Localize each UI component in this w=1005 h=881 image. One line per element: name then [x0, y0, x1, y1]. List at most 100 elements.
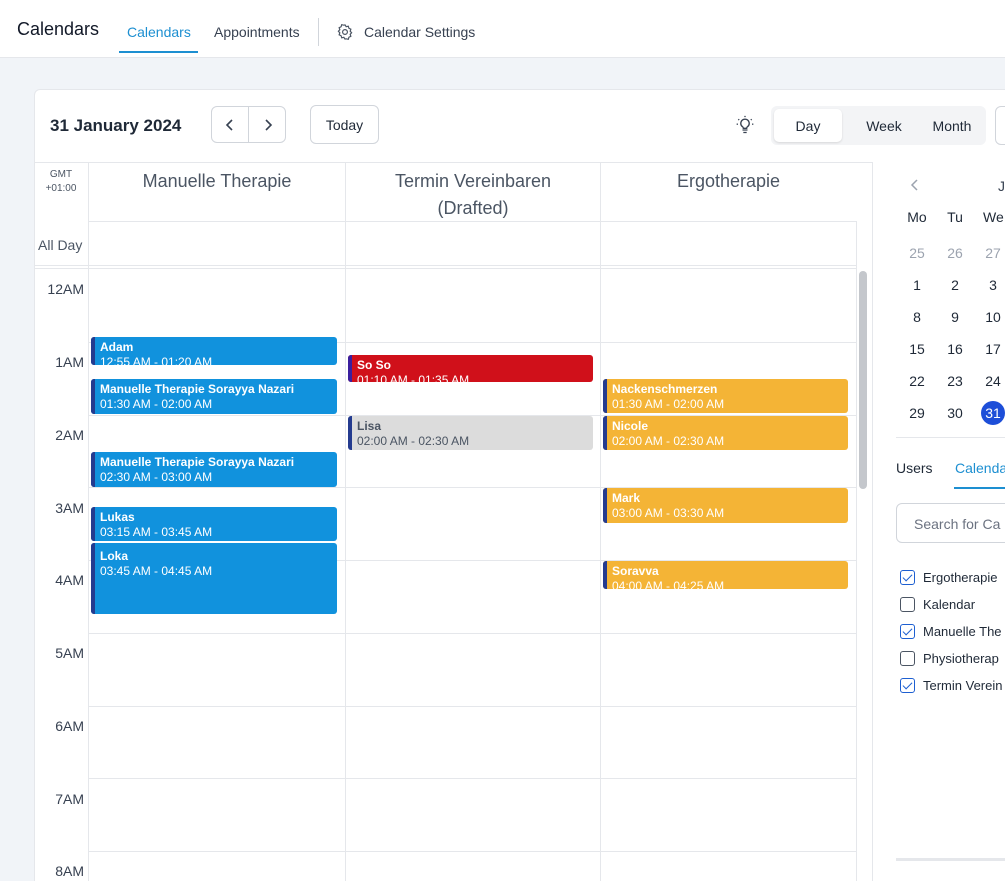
mini-calendar-day[interactable]: 8: [903, 309, 931, 325]
hour-line: [88, 851, 856, 852]
time-column-divider: [88, 162, 89, 881]
top-navigation-bar: Calendars Calendars Appointments Calenda…: [0, 0, 1005, 58]
hour-line: [88, 778, 856, 779]
mini-calendar-day[interactable]: 2: [941, 277, 969, 293]
event-title: Adam: [100, 340, 134, 354]
event-time: 03:45 AM - 04:45 AM: [100, 564, 213, 578]
mini-calendar-day-selected[interactable]: 31: [981, 401, 1005, 425]
calendar-filter-item[interactable]: Ergotherapie: [900, 570, 997, 585]
chevron-right-icon: [264, 118, 272, 131]
calendar-filter-item[interactable]: Manuelle The: [900, 624, 1002, 639]
event-time: 03:00 AM - 03:30 AM: [612, 506, 725, 520]
mini-calendar-day[interactable]: 26: [941, 245, 969, 261]
hour-label: 3AM: [55, 500, 84, 516]
grid-top-border: [34, 162, 872, 163]
event-time: 12:55 AM - 01:20 AM: [100, 355, 213, 365]
calendar-filter-item[interactable]: Physiotherap: [900, 651, 999, 666]
view-month-button[interactable]: Month: [918, 109, 986, 142]
hour-line: [88, 633, 856, 634]
nav-divider: [318, 18, 319, 46]
sidebar-tab-calendars[interactable]: Calenda: [955, 460, 1005, 476]
calendar-filter-item[interactable]: Termin Verein: [900, 678, 1002, 693]
event-nackenschmerzen[interactable]: Nackenschmerzen 01:30 AM - 02:00 AM: [603, 379, 848, 413]
mini-calendar-day[interactable]: 23: [941, 373, 969, 389]
gear-icon[interactable]: [336, 23, 354, 41]
view-day-button[interactable]: Day: [774, 109, 842, 142]
checkbox-unchecked[interactable]: [900, 597, 915, 612]
more-options-button[interactable]: [995, 106, 1005, 145]
mini-calendar-day[interactable]: 10: [979, 309, 1005, 325]
event-lisa[interactable]: Lisa 02:00 AM - 02:30 AM: [348, 416, 593, 450]
mini-calendar-day[interactable]: 27: [979, 245, 1005, 261]
event-adam[interactable]: Adam 12:55 AM - 01:20 AM: [91, 337, 337, 365]
tab-appointments[interactable]: Appointments: [214, 24, 300, 40]
mini-calendar-day[interactable]: 3: [979, 277, 1005, 293]
today-button[interactable]: Today: [310, 105, 379, 144]
event-time: 02:00 AM - 02:30 AM: [357, 434, 470, 448]
mini-calendar-month: J: [998, 178, 1005, 194]
hour-label: 2AM: [55, 427, 84, 443]
event-manuelle-therapie-2[interactable]: Manuelle Therapie Sorayya Nazari 02:30 A…: [91, 452, 337, 487]
sidebar-tab-underline: [954, 487, 1005, 489]
mini-calendar-day[interactable]: 30: [941, 405, 969, 421]
calendar-search-input[interactable]: Search for Ca: [896, 503, 1005, 543]
chevron-left-icon[interactable]: [908, 178, 922, 192]
checkbox-unchecked[interactable]: [900, 651, 915, 666]
current-date-title: 31 January 2024: [50, 116, 182, 135]
sidebar-bottom-border: [896, 858, 1005, 861]
timezone-label-line1: GMT: [49, 169, 73, 180]
event-time: 02:30 AM - 03:00 AM: [100, 470, 213, 484]
hour-line: [88, 706, 856, 707]
event-mark[interactable]: Mark 03:00 AM - 03:30 AM: [603, 488, 848, 523]
event-nicole[interactable]: Nicole 02:00 AM - 02:30 AM: [603, 416, 848, 450]
date-navigation: [211, 106, 286, 143]
event-title: Nackenschmerzen: [612, 382, 718, 396]
hour-label: 1AM: [55, 354, 84, 370]
next-day-button[interactable]: [249, 107, 286, 142]
tab-calendars-underline: [119, 51, 198, 53]
sidebar-tab-users[interactable]: Users: [896, 460, 933, 476]
event-title: Lisa: [357, 419, 382, 433]
tab-calendars[interactable]: Calendars: [127, 24, 191, 40]
hour-label: 6AM: [55, 718, 84, 734]
event-so-so[interactable]: So So 01:10 AM - 01:35 AM: [348, 355, 593, 382]
event-title: Lukas: [100, 510, 135, 524]
mini-calendar-day[interactable]: 22: [903, 373, 931, 389]
timezone-label-line2: +01:00: [45, 183, 77, 194]
timezone-label: GMT +01:00: [40, 168, 82, 196]
calendar-filter-item[interactable]: Kalendar: [900, 597, 975, 612]
event-loka[interactable]: Loka 03:45 AM - 04:45 AM: [91, 543, 337, 614]
column-divider-3: [856, 221, 857, 881]
column-divider-1: [345, 162, 346, 881]
weekday-label: We: [983, 209, 1004, 225]
mini-calendar-day[interactable]: 17: [979, 341, 1005, 357]
mini-calendar-day[interactable]: 1: [903, 277, 931, 293]
hour-label: 5AM: [55, 645, 84, 661]
mini-calendar-day[interactable]: 15: [903, 341, 931, 357]
weekday-label: Mo: [907, 209, 927, 225]
calendar-filter-label: Kalendar: [923, 597, 976, 612]
view-switcher: Day Week Month: [771, 106, 986, 145]
event-title: Manuelle Therapie Sorayya Nazari: [100, 382, 295, 396]
mini-calendar-day[interactable]: 25: [903, 245, 931, 261]
mini-calendar-day[interactable]: 24: [979, 373, 1005, 389]
event-soravva[interactable]: Soravva 04:00 AM - 04:25 AM: [603, 561, 848, 589]
mini-calendar-day[interactable]: 16: [941, 341, 969, 357]
mini-calendar-day[interactable]: 29: [903, 405, 931, 421]
view-week-button[interactable]: Week: [850, 109, 918, 142]
calendar-settings-link[interactable]: Calendar Settings: [364, 24, 475, 40]
all-day-bottom-border-2: [34, 268, 856, 269]
event-lukas[interactable]: Lukas 03:15 AM - 03:45 AM: [91, 507, 337, 541]
checkbox-checked[interactable]: [900, 678, 915, 693]
hour-label: 7AM: [55, 791, 84, 807]
mini-calendar-day[interactable]: 9: [941, 309, 969, 325]
grid-scrollbar[interactable]: [859, 271, 867, 489]
event-time: 01:30 AM - 02:00 AM: [100, 397, 213, 411]
lightbulb-icon[interactable]: [735, 115, 755, 135]
event-time: 03:15 AM - 03:45 AM: [100, 525, 213, 539]
previous-day-button[interactable]: [212, 107, 249, 142]
checkbox-checked[interactable]: [900, 624, 915, 639]
checkbox-checked[interactable]: [900, 570, 915, 585]
event-manuelle-therapie-1[interactable]: Manuelle Therapie Sorayya Nazari 01:30 A…: [91, 379, 337, 414]
hour-label: 8AM: [55, 863, 84, 879]
